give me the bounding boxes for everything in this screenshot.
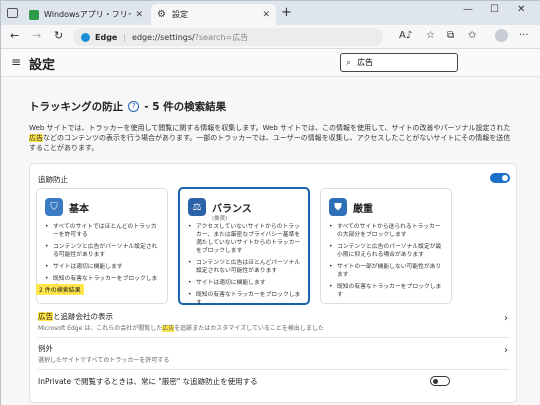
url-main: edge://settings/ — [132, 32, 195, 42]
row-exceptions[interactable]: 例外 選択したサイトですべてのトラッカーを許可する › — [30, 338, 516, 368]
settings-header: ≡ 設定 ⌕ — [1, 49, 540, 77]
chevron-right-icon: › — [504, 345, 508, 356]
toolbar: ← → ↻ Edge | edge://settings/?search=広告 … — [1, 25, 540, 49]
page-title: 設定 — [29, 58, 56, 73]
gear-icon: ⚙ — [157, 8, 166, 20]
search-highlight: 広告 — [38, 312, 53, 321]
list-item: コンテンツと広告がパーソナル設定される可能性があります — [45, 243, 161, 259]
heading-results: - 5 件の検索結果 — [144, 101, 227, 113]
row-subtitle: Microsoft Edge は、これらの会社が閲覧した広告を追跡またはカスタマ… — [38, 323, 324, 332]
tab-settings[interactable]: ⚙ 設定 ✕ — [151, 4, 276, 25]
address-separator: | — [123, 32, 127, 42]
description-text: Web サイトでは、トラッカーを使用して閲覧に関する情報を収集します。Web サ… — [29, 124, 511, 132]
results-badge: 2 件の検索結果 — [36, 284, 84, 295]
heading-title: トラッキングの防止 — [29, 101, 124, 113]
address-bar[interactable]: Edge | edge://settings/?search=広告 — [73, 28, 383, 46]
tracking-prevention-toggle[interactable] — [490, 173, 510, 183]
close-tab-icon[interactable]: ✕ — [262, 10, 270, 20]
edge-label: Edge — [95, 32, 118, 42]
chevron-right-icon: › — [504, 313, 508, 324]
balance-scale-icon: ⚖ — [188, 198, 206, 216]
favorites-icon[interactable]: ✩ — [468, 30, 476, 41]
level-name: バランス — [212, 204, 252, 215]
list-item: サイトは適切に機能します — [188, 279, 302, 287]
edge-logo-icon — [81, 32, 90, 42]
maximize-icon[interactable]: ☐ — [490, 4, 499, 15]
tab-actions-icon[interactable] — [7, 8, 18, 18]
inprivate-strict-toggle[interactable] — [430, 376, 450, 386]
list-item: すべてのサイトから送られるトラッカーの大部分をブロックします — [329, 223, 445, 239]
tab-windows-apps[interactable]: Windowsアプリ・フリーソフトのおすす ✕ — [23, 4, 149, 25]
description-text: などのコンテンツの表示を行う場合があります。一部のトラッカーでは、ユーザーの情報… — [29, 134, 511, 152]
list-item: 既知の有害なトラッカーをブロックします — [188, 291, 302, 307]
level-balanced[interactable]: ⚖ バランス (推奨) アクセスしていないサイトからのトラッカー、または厳密なプ… — [178, 187, 310, 306]
divider — [38, 369, 510, 370]
minimize-icon[interactable]: — — [463, 4, 473, 15]
close-tab-icon[interactable]: ✕ — [135, 10, 143, 20]
basic-shield-icon: ⛉ — [45, 198, 63, 216]
settings-content: トラッキングの防止 ? - 5 件の検索結果 Web サイトでは、トラッカーを使… — [1, 77, 540, 405]
list-item: 既知の有害なトラッカーをブロックします — [329, 283, 445, 299]
row-subtitle: 選択したサイトですべてのトラッカーを許可する — [38, 357, 170, 364]
url-text: edge://settings/?search=広告 — [132, 32, 248, 43]
split-screen-icon[interactable]: ⧉ — [447, 30, 454, 41]
row-title-text: と追跡会社の表示 — [53, 312, 113, 321]
section-description: Web サイトでは、トラッカーを使用して閲覧に関する情報を収集します。Web サ… — [29, 123, 515, 153]
forward-icon[interactable]: → — [32, 29, 41, 42]
level-name: 厳重 — [353, 204, 373, 215]
row-subtitle-text: を追跡またはカスタマイズしていることを検出しました — [174, 325, 324, 332]
row-subtitle-text: Microsoft Edge は、これらの会社が閲覧した — [38, 325, 163, 332]
tab-title: 設定 — [172, 10, 188, 19]
tab-title: Windowsアプリ・フリーソフトのおすす — [44, 10, 131, 19]
strict-shield-icon: ⛊ — [329, 198, 347, 216]
profile-avatar-icon[interactable] — [495, 29, 508, 42]
level-strict[interactable]: ⛊ 厳重 すべてのサイトから送られるトラッカーの大部分をブロックします コンテン… — [320, 188, 452, 304]
browser-window: Windowsアプリ・フリーソフトのおすす ✕ ⚙ 設定 ✕ + — ☐ ✕ ←… — [0, 0, 540, 405]
list-item: コンテンツと広告のパーソナル設定が最小限に抑えられる場合があります — [329, 243, 445, 259]
search-icon: ⌕ — [346, 57, 352, 68]
hamburger-menu-icon[interactable]: ≡ — [11, 55, 21, 69]
section-heading: トラッキングの防止 ? - 5 件の検索結果 — [29, 99, 226, 114]
more-menu-icon[interactable]: ··· — [519, 30, 529, 41]
tracking-prevention-card: 追跡防止 ⛉ 基本 すべてのサイトではほとんどのトラッカーを許可する コンテンツ… — [29, 163, 517, 403]
level-bullets: アクセスしていないサイトからのトラッカー、または厳密なプライバシー基準を満たして… — [188, 223, 302, 311]
search-input[interactable] — [357, 58, 438, 67]
row-title: 例外 — [38, 344, 53, 353]
list-item: すべてのサイトではほとんどのトラッカーを許可する — [45, 223, 161, 239]
tab-strip: Windowsアプリ・フリーソフトのおすす ✕ ⚙ 設定 ✕ + — ☐ ✕ — [1, 1, 540, 25]
row-title: InPrivate で閲覧するときは、常に "厳密" な追跡防止を使用する — [38, 377, 258, 386]
list-item: アクセスしていないサイトからのトラッカー、または厳密なプライバシー基準を満たして… — [188, 223, 302, 255]
close-window-icon[interactable]: ✕ — [517, 4, 525, 15]
settings-search[interactable]: ⌕ — [340, 53, 458, 72]
row-inprivate-strict: InPrivate で閲覧するときは、常に "厳密" な追跡防止を使用する — [30, 371, 516, 401]
read-aloud-icon[interactable]: A♪ — [399, 30, 412, 41]
new-tab-icon[interactable]: + — [281, 5, 292, 20]
level-bullets: すべてのサイトから送られるトラッカーの大部分をブロックします コンテンツと広告の… — [329, 223, 445, 303]
back-icon[interactable]: ← — [10, 29, 19, 42]
site-favicon-icon — [29, 9, 39, 20]
row-title: 広告と追跡会社の表示 — [38, 311, 113, 322]
list-item: サイトの一部が機能しない可能性があります — [329, 263, 445, 279]
help-icon[interactable]: ? — [128, 101, 140, 112]
level-subtitle: (推奨) — [212, 216, 228, 222]
url-query: ?search=広告 — [194, 32, 249, 42]
search-highlight: 広告 — [29, 134, 43, 142]
level-name: 基本 — [69, 204, 89, 215]
row-ad-tracking-companies[interactable]: 広告と追跡会社の表示 Microsoft Edge は、これらの会社が閲覧した広… — [30, 306, 516, 336]
refresh-icon[interactable]: ↻ — [54, 29, 63, 42]
search-highlight: 広告 — [162, 325, 175, 332]
list-item: コンテンツと広告はほとんどパーソナル設定されない可能性があります — [188, 259, 302, 275]
favorite-star-icon[interactable]: ☆ — [426, 30, 435, 41]
tracking-prevention-label: 追跡防止 — [38, 175, 68, 184]
list-item: サイトは適切に機能します — [45, 263, 161, 271]
